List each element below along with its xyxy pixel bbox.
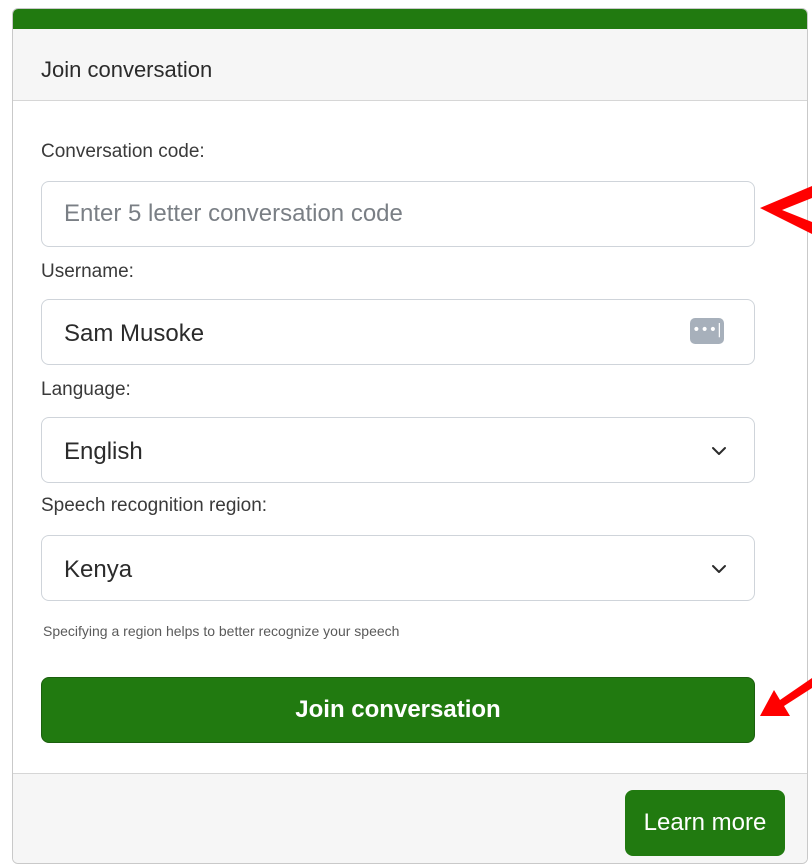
username-field[interactable]: Sam Musoke •••| xyxy=(41,299,755,365)
chevron-down-icon xyxy=(712,447,726,455)
language-label: Language: xyxy=(41,379,131,400)
card-footer: Learn more xyxy=(13,773,807,863)
region-label: Speech recognition region: xyxy=(41,495,268,516)
red-arrow-icon xyxy=(760,678,812,716)
conversation-code-input[interactable] xyxy=(42,182,754,246)
conversation-code-field[interactable] xyxy=(41,181,755,247)
region-selected-value: Kenya xyxy=(64,556,133,583)
conversation-code-label: Conversation code: xyxy=(41,141,205,162)
password-manager-icon[interactable]: •••| xyxy=(690,318,724,344)
card-header: Join conversation xyxy=(13,29,807,101)
username-label: Username: xyxy=(41,261,134,282)
language-select[interactable]: English xyxy=(41,417,755,483)
region-select[interactable]: Kenya xyxy=(41,535,755,601)
card-top-accent xyxy=(13,9,807,29)
join-conversation-button[interactable]: Join conversation xyxy=(41,677,755,743)
chevron-down-icon xyxy=(712,565,726,573)
language-selected-value: English xyxy=(64,438,143,465)
red-arrow-icon xyxy=(760,186,812,234)
card-title: Join conversation xyxy=(41,57,213,82)
join-conversation-card: Join conversation Conversation code: Use… xyxy=(12,8,808,864)
region-hint-text: Specifying a region helps to better reco… xyxy=(43,623,400,639)
learn-more-button[interactable]: Learn more xyxy=(625,790,785,856)
username-value: Sam Musoke xyxy=(64,320,205,347)
